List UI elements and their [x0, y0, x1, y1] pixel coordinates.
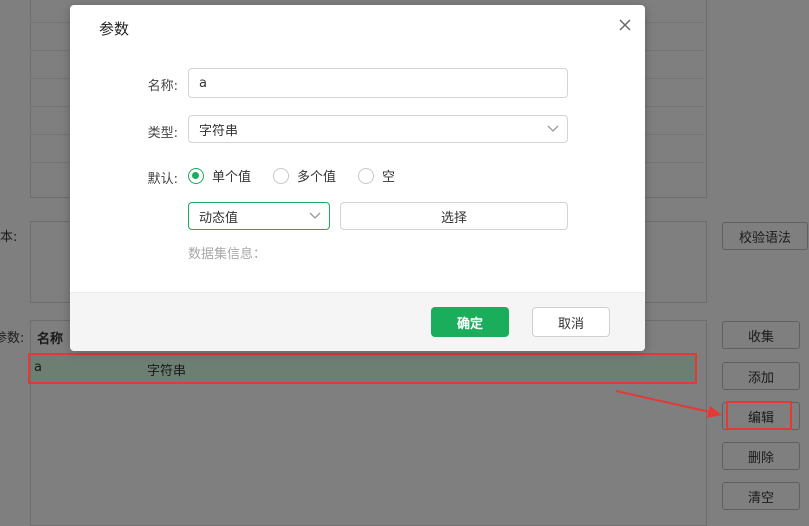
column-header-name: 名称 — [37, 332, 64, 347]
dialog-footer: 确定 取消 — [70, 292, 645, 351]
add-button[interactable]: 添加 — [722, 362, 800, 390]
close-icon[interactable] — [615, 15, 635, 35]
cancel-button[interactable]: 取消 — [532, 307, 610, 337]
name-label: 名称: — [147, 79, 178, 94]
default-label: 默认: — [147, 172, 178, 187]
value-source-value: 动态值 — [199, 210, 239, 226]
params-label: 参数: — [0, 331, 25, 346]
radio-empty[interactable]: 空 — [358, 166, 395, 185]
annotation-arrow-icon — [615, 390, 722, 418]
select-button[interactable]: 选择 — [340, 202, 568, 230]
radio-unchecked-icon — [358, 167, 375, 184]
type-label: 类型: — [147, 126, 178, 141]
chevron-down-icon — [309, 212, 321, 219]
validate-syntax-button[interactable]: 校验语法 — [722, 222, 808, 250]
collect-button[interactable]: 收集 — [722, 321, 800, 349]
delete-button[interactable]: 删除 — [722, 442, 800, 470]
radio-checked-icon — [188, 167, 204, 184]
confirm-button[interactable]: 确定 — [431, 307, 509, 337]
dialog-title: 参数 — [99, 20, 130, 38]
parameter-dialog: 参数 名称: 类型: 字符串 默认: 单个值 多个值 空 动态值 — [70, 5, 645, 351]
script-label: 本: — [0, 230, 18, 245]
radio-multi-value[interactable]: 多个值 — [273, 166, 336, 185]
dataset-info-label: 数据集信息： — [188, 247, 267, 262]
radio-single-value[interactable]: 单个值 — [188, 166, 251, 185]
name-input[interactable] — [188, 68, 568, 98]
chevron-down-icon — [547, 125, 559, 132]
radio-single-label: 单个值 — [212, 170, 252, 185]
clear-button[interactable]: 清空 — [722, 482, 800, 510]
type-select[interactable]: 字符串 — [188, 115, 568, 143]
radio-empty-label: 空 — [382, 170, 396, 185]
edit-button-highlight — [726, 401, 792, 430]
radio-unchecked-icon — [273, 167, 290, 184]
default-radio-group: 单个值 多个值 空 — [188, 166, 417, 185]
selected-row-highlight — [28, 353, 697, 384]
type-select-value: 字符串 — [199, 123, 239, 139]
value-source-select[interactable]: 动态值 — [188, 202, 330, 230]
radio-multi-label: 多个值 — [297, 170, 337, 185]
